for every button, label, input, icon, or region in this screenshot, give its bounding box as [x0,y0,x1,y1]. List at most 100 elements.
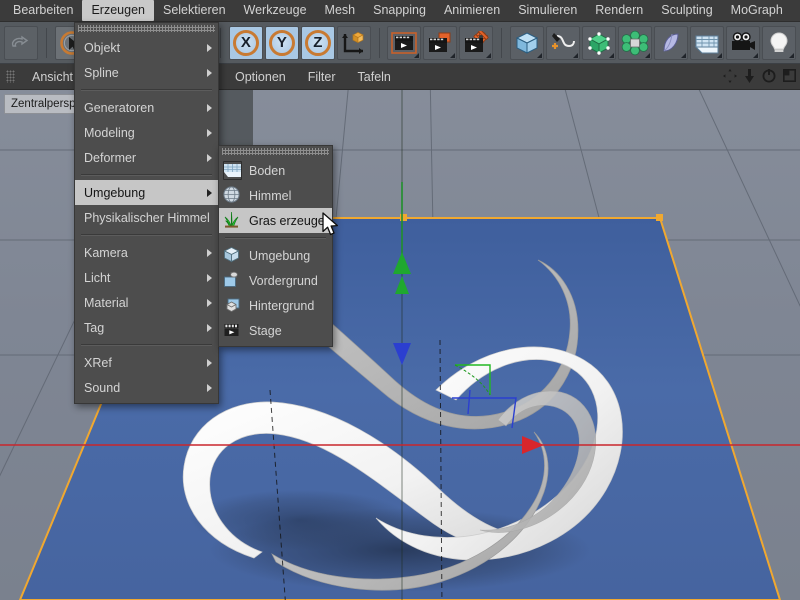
bend-deformer-button[interactable] [653,25,688,60]
menu-item-label: Modeling [84,125,135,140]
submenu-tearoff-handle[interactable] [222,148,329,155]
menu-item-kamera[interactable]: Kamera [75,240,218,265]
toolbar-flyout-corner [572,52,578,58]
menu-item-label: XRef [84,355,112,370]
menu-item-licht[interactable]: Licht [75,265,218,290]
cube-primitive-button[interactable] [509,25,544,60]
main-menu-bar: Bearbeiten Erzeugen Selektieren Werkzeug… [0,0,800,22]
viewport-view-controls [723,68,800,85]
menu-item-umgebung[interactable]: Umgebung [75,180,218,205]
toolbar-flyout-corner [608,52,614,58]
submenu-arrow-icon [207,188,212,197]
menu-separator [81,234,212,236]
menu-simulieren[interactable]: Simulieren [509,0,586,21]
toolbar-flyout-corner [536,52,542,58]
menu-item-deformer[interactable]: Deformer [75,145,218,170]
array-button[interactable] [617,25,652,60]
undo-button[interactable] [4,25,38,60]
menu-item-sound[interactable]: Sound [75,375,218,400]
submenu-item-stage[interactable]: Stage [219,318,332,343]
menu-tearoff-handle[interactable] [78,25,215,32]
menu-snapping[interactable]: Snapping [364,0,435,21]
menu-erzeugen[interactable]: Erzeugen [82,0,154,21]
menu-item-label: Physikalischer Himmel [84,210,210,225]
viewport-menu-tafeln[interactable]: Tafeln [347,68,402,86]
menu-animieren[interactable]: Animieren [435,0,509,21]
toolbar-flyout-corner [680,52,686,58]
viewport-menu-optionen[interactable]: Optionen [224,68,297,86]
menu-mesh[interactable]: Mesh [316,0,365,21]
undo-icon [11,35,29,47]
submenu-item-gras-erzeugen[interactable]: Gras erzeugen [219,208,332,233]
menu-separator [81,344,212,346]
menu-item-label: Material [84,295,129,310]
submenu-umgebung: Boden Himmel Gras erzeugen Umgebung Vord… [218,145,333,347]
menu-rendern[interactable]: Rendern [586,0,652,21]
menu-item-label: Objekt [84,40,121,55]
render-settings-button[interactable] [459,25,494,60]
menu-item-label: Licht [84,270,111,285]
menu-sculpting[interactable]: Sculpting [652,0,721,21]
submenu-separator [225,237,326,239]
menu-mograph[interactable]: MoGraph [722,0,792,21]
foreground-icon [223,271,242,290]
toolbar-separator [46,27,47,58]
submenu-item-umgebung[interactable]: Umgebung [219,243,332,268]
submenu-item-hintergrund[interactable]: Hintergrund [219,293,332,318]
menu-item-xref[interactable]: XRef [75,350,218,375]
submenu-item-himmel[interactable]: Himmel [219,183,332,208]
rotate-view-icon[interactable] [762,68,776,85]
menu-item-spline[interactable]: Spline [75,60,218,85]
floor-button[interactable] [689,25,724,60]
toolbar-flyout-corner [752,52,758,58]
camera-button[interactable] [725,25,760,60]
submenu-item-boden[interactable]: Boden [219,158,332,183]
submenu-item-label: Vordergrund [249,273,318,288]
axis-y-button[interactable]: Y [264,25,299,60]
submenu-item-label: Boden [249,163,286,178]
menu-item-generatoren[interactable]: Generatoren [75,95,218,120]
viewport-header-grip[interactable] [6,70,15,83]
toolbar-flyout-corner [788,52,794,58]
menu-item-label: Umgebung [84,185,146,200]
menu-item-label: Sound [84,380,121,395]
menu-item-modeling[interactable]: Modeling [75,120,218,145]
menu-charakter[interactable]: Charakter [792,0,800,21]
light-button[interactable] [761,25,796,60]
render-settings-icon [465,30,490,52]
spline-pen-button[interactable] [545,25,580,60]
render-view-button[interactable] [387,25,422,60]
menu-bearbeiten[interactable]: Bearbeiten [4,0,82,21]
toolbar-flyout-corner [450,52,456,58]
menu-selektieren[interactable]: Selektieren [154,0,235,21]
submenu-item-label: Umgebung [249,248,311,263]
toolbar-flyout-corner [716,52,722,58]
axis-x-button[interactable]: X [228,25,263,60]
maximize-view-icon[interactable] [783,69,796,84]
submenu-arrow-icon [207,68,212,77]
world-object-axis-button[interactable] [336,25,371,60]
render-region-icon [429,32,451,52]
zoom-view-icon[interactable] [744,68,755,85]
submenu-arrow-icon [207,273,212,282]
menu-item-material[interactable]: Material [75,290,218,315]
axis-z-icon: Z [304,29,331,56]
submenu-item-vordergrund[interactable]: Vordergrund [219,268,332,293]
menu-item-tag[interactable]: Tag [75,315,218,340]
menu-item-objekt[interactable]: Objekt [75,35,218,60]
menu-werkzeuge[interactable]: Werkzeuge [235,0,316,21]
axis-z-button[interactable]: Z [300,25,335,60]
menu-item-physikalischer-himmel[interactable]: Physikalischer Himmel [75,205,223,230]
toolbar-group-undo [3,24,39,62]
move-view-icon[interactable] [723,68,737,85]
subdivision-surface-button[interactable] [581,25,616,60]
viewport-menu-filter[interactable]: Filter [297,68,347,86]
axis-y-icon: Y [268,29,295,56]
submenu-item-label: Gras erzeugen [249,213,332,228]
submenu-arrow-icon [207,358,212,367]
toolbar-group-objects [509,24,797,62]
render-view-icon [391,31,418,54]
render-region-button[interactable] [423,25,458,60]
submenu-arrow-icon [207,103,212,112]
submenu-item-label: Hintergrund [249,298,315,313]
